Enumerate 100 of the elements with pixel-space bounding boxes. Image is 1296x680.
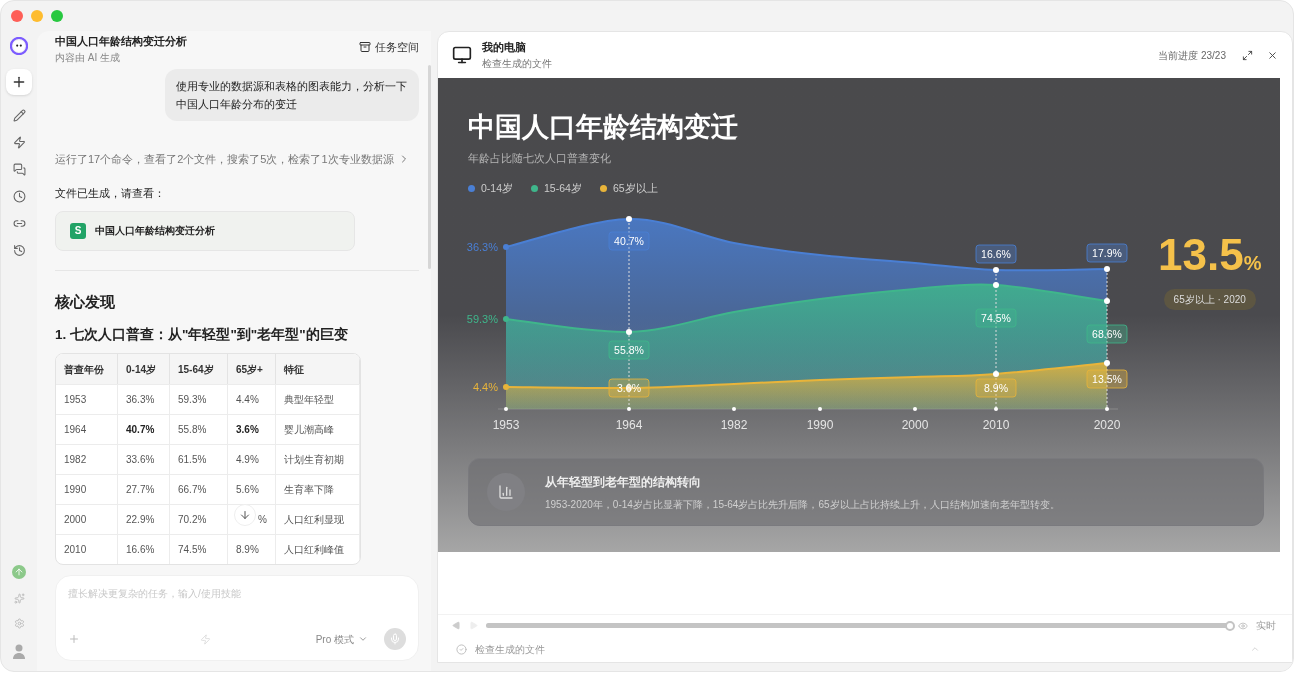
legend-label: 65岁以上	[612, 180, 658, 196]
table-cell: 4.9%	[228, 445, 276, 475]
table-cell: 61.5%	[170, 445, 228, 475]
zoom-window-button[interactable]	[51, 10, 63, 22]
file-card[interactable]: S 中国人口年龄结构变迁分析	[55, 210, 355, 251]
value-tag: 68.6%	[1086, 324, 1128, 344]
avatar-icon[interactable]	[11, 643, 27, 659]
panel-title: 我的电脑	[482, 40, 527, 56]
x-axis-label: 1982	[720, 418, 748, 433]
minimize-window-button[interactable]	[31, 10, 43, 22]
new-task-button[interactable]	[6, 69, 32, 95]
axis-tick	[818, 407, 822, 412]
table-cell: 婴儿潮高峰	[276, 415, 360, 445]
close-window-button[interactable]	[11, 10, 23, 22]
column-header: 65岁+	[228, 354, 276, 385]
history-icon[interactable]	[12, 244, 26, 257]
footer-status: 检查生成的文件	[475, 642, 545, 657]
insight-title: 从年轻型到老年型的结构转向	[545, 473, 702, 491]
table-cell: 66.7%	[170, 475, 228, 505]
chat-icon[interactable]	[12, 163, 26, 176]
clock-icon[interactable]	[12, 190, 26, 203]
monitor-icon	[452, 45, 472, 65]
add-icon[interactable]	[68, 633, 80, 645]
pencil-icon[interactable]	[12, 109, 26, 122]
value-tag: 55.8%	[608, 340, 650, 360]
panel-subtitle: 检查生成的文件	[482, 56, 552, 71]
value-label: 36.3%	[466, 241, 498, 254]
upgrade-icon[interactable]	[12, 565, 26, 579]
slide-title: 中国人口年龄结构变迁	[468, 111, 739, 144]
table-cell: 生育率下降	[276, 475, 360, 505]
table-cell: 2010	[56, 535, 118, 565]
archive-icon	[359, 41, 371, 54]
table-cell: 59.3%	[170, 385, 228, 415]
axis-tick	[627, 407, 631, 412]
table-cell: 27.7%	[118, 475, 170, 505]
arrow-down-icon	[239, 509, 251, 522]
subsection-heading: 1. 七次人口普查：从"年轻型"到"老年型"的巨变	[55, 325, 349, 344]
data-point	[1104, 266, 1110, 273]
voice-button[interactable]	[384, 628, 406, 650]
data-point	[626, 216, 632, 223]
table-cell: 典型年轻型	[276, 385, 360, 415]
value-label: 59.3%	[466, 313, 498, 326]
close-icon[interactable]	[1267, 49, 1278, 61]
highlight-value: 13.5%	[1158, 231, 1262, 282]
sparkle-icon[interactable]	[13, 593, 25, 604]
expand-icon[interactable]	[1242, 49, 1253, 61]
workspace-button[interactable]: 任务空间	[359, 39, 419, 56]
eye-icon	[1238, 620, 1248, 631]
value-tag: 16.6%	[975, 244, 1017, 264]
check-circle-icon	[456, 643, 467, 655]
value-tag: 8.9%	[975, 378, 1017, 398]
data-point	[993, 267, 999, 274]
table-cell: 1990	[56, 475, 118, 505]
table-cell: 70.2%	[170, 505, 228, 535]
legend-label: 0-14岁	[481, 180, 513, 196]
sheet-icon: S	[70, 222, 86, 239]
table-cell: 22.9%	[118, 505, 170, 535]
legend-label: 15-64岁	[544, 180, 582, 196]
live-label: 实时	[1256, 619, 1276, 633]
logo-icon[interactable]	[10, 37, 28, 55]
table-cell: 33.6%	[118, 445, 170, 475]
table-cell: 人口红利显现	[276, 505, 360, 535]
settings-icon[interactable]	[13, 618, 25, 629]
table-cell: 74.5%	[170, 535, 228, 565]
insight-text: 1953-2020年，0-14岁占比显著下降，15-64岁占比先升后降，65岁以上占比持续上升，人口结构加速向老年型转变。	[545, 497, 1060, 512]
data-point	[503, 384, 509, 391]
timeline-thumb[interactable]	[1225, 620, 1235, 631]
table-cell: 8.9%	[228, 535, 276, 565]
x-axis-label: 2020	[1093, 418, 1121, 433]
table-cell: 4.4%	[228, 385, 276, 415]
chevron-down-icon	[358, 634, 368, 644]
table-cell: 1953	[56, 385, 118, 415]
x-axis-label: 1964	[615, 418, 643, 433]
value-tag: 74.5%	[975, 308, 1017, 328]
table-cell: 1964	[56, 415, 118, 445]
previous-icon[interactable]	[452, 621, 461, 630]
lightning-icon[interactable]	[12, 136, 26, 149]
scroll-down-button[interactable]	[234, 504, 256, 527]
chevron-up-icon[interactable]	[1250, 644, 1260, 654]
data-point	[626, 329, 632, 336]
x-axis-label: 2010	[982, 418, 1010, 433]
mode-dropdown[interactable]: Pro 模式	[315, 631, 368, 647]
table-cell: 2000	[56, 505, 118, 535]
files-intro: 文件已生成，请查看：	[55, 186, 166, 201]
axis-tick	[994, 407, 998, 412]
activity-summary[interactable]: 运行了17个命令，查看了2个文件，搜索了5次，检索了1次专业数据源	[55, 150, 419, 167]
x-axis-label: 1990	[806, 418, 834, 433]
column-header: 15-64岁	[170, 354, 228, 385]
value-tag: 17.9%	[1086, 243, 1128, 263]
table-cell: 36.3%	[118, 385, 170, 415]
value-tag: 3.6%	[608, 378, 650, 398]
data-point	[1104, 298, 1110, 305]
link-icon[interactable]	[12, 217, 26, 230]
column-header: 普查年份	[56, 354, 118, 385]
data-point	[993, 282, 999, 289]
value-label: 4.4%	[472, 381, 498, 394]
column-header: 特征	[276, 354, 360, 385]
axis-tick	[504, 407, 508, 412]
plus-icon	[11, 74, 27, 90]
column-header: 0-14岁	[118, 354, 170, 385]
